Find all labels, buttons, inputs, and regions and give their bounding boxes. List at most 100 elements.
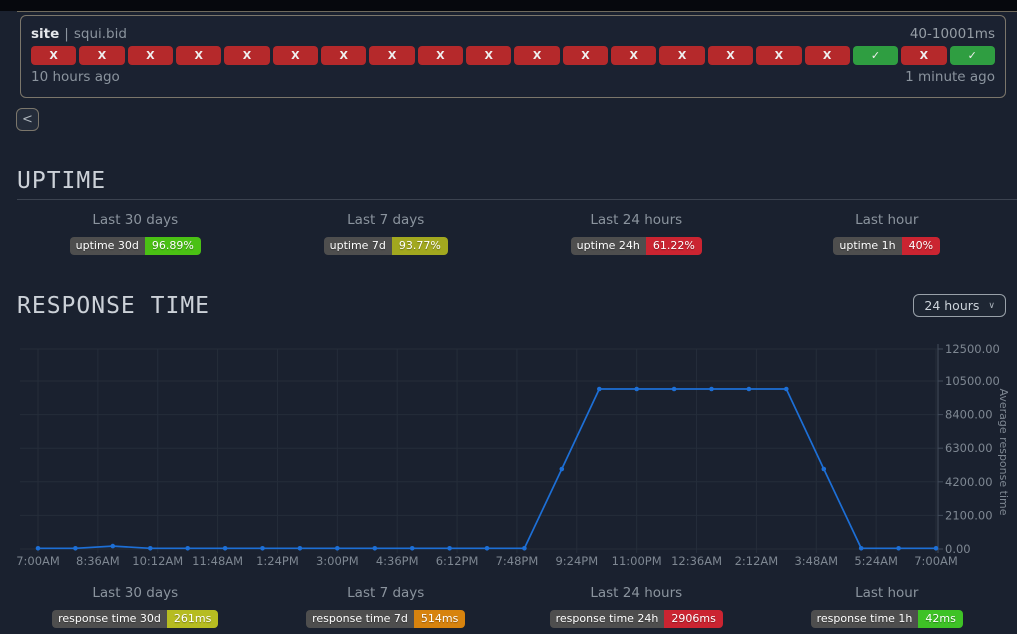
badge-label: uptime 7d (324, 237, 392, 255)
badge-value: 96.89% (145, 237, 201, 255)
stat-column: Last houruptime 1h40% (762, 212, 1013, 255)
monitor-url: squi.bid (74, 26, 127, 42)
svg-text:11:48AM: 11:48AM (192, 554, 243, 568)
svg-text:1:24PM: 1:24PM (256, 554, 299, 568)
status-cell-down: X (176, 46, 221, 65)
stat-period-label: Last 24 hours (511, 585, 762, 601)
title-separator: | (64, 26, 69, 42)
monitor-card: site|squi.bid 40-10001ms XXXXXXXXXXXXXXX… (20, 15, 1006, 98)
svg-text:9:24PM: 9:24PM (555, 554, 598, 568)
badge-value: 42ms (918, 610, 962, 628)
status-cell-down: X (418, 46, 463, 65)
status-cell-down: X (273, 46, 318, 65)
status-cell-down: X (79, 46, 124, 65)
stat-badge: response time 7d514ms (306, 610, 465, 628)
uptime-divider (17, 199, 1017, 200)
svg-text:7:00AM: 7:00AM (914, 554, 958, 568)
stat-column: Last 30 days uptime 30d96.89% (10, 212, 261, 255)
svg-text:6:12PM: 6:12PM (436, 554, 479, 568)
status-cell-down: X (708, 46, 753, 65)
badge-value: 2906ms (664, 610, 722, 628)
monitor-card-header: site | squi.bid 40-10001ms (31, 23, 995, 44)
stat-column: Last 7 days response time 7d514ms (261, 585, 512, 628)
stat-badge: response time 30d261ms (52, 610, 218, 628)
monitor-name: site (31, 26, 59, 42)
status-cell-down: X (563, 46, 608, 65)
status-cell-down: X (611, 46, 656, 65)
stat-badge: response time 24h2906ms (550, 610, 723, 628)
stat-period-label: Last 7 days (261, 212, 512, 228)
svg-text:8400.00: 8400.00 (945, 408, 993, 422)
status-cell-up: ✓ (853, 46, 898, 65)
status-cell-down: X (805, 46, 850, 65)
stat-column: Last 24 hours response time 24h2906ms (511, 585, 762, 628)
status-cell-down: X (369, 46, 414, 65)
badge-label: response time 7d (306, 610, 414, 628)
svg-text:7:00AM: 7:00AM (16, 554, 60, 568)
svg-text:10:12AM: 10:12AM (132, 554, 183, 568)
uptime-stats-row: Last 30 days uptime 30d96.89% Last 7 days u… (10, 212, 1012, 255)
stat-column: Last 24 hoursuptime 24h61.22% (511, 212, 762, 255)
badge-value: 514ms (414, 610, 465, 628)
period-select-value: 24 hours (924, 298, 979, 313)
response-time-heading: RESPONSE TIME (17, 293, 210, 319)
status-cell-down: X (659, 46, 704, 65)
badge-value: 40% (902, 237, 940, 255)
badge-value: 61.22% (646, 237, 702, 255)
stat-badge: response time 1h42ms (811, 610, 963, 628)
svg-text:4200.00: 4200.00 (945, 475, 993, 489)
svg-text:3:48AM: 3:48AM (794, 554, 838, 568)
stat-column: Last 30 days response time 30d261ms (10, 585, 261, 628)
status-history-row: XXXXXXXXXXXXXXXXX✓X✓ (31, 46, 995, 65)
badge-label: uptime 1h (833, 237, 901, 255)
stat-period-label: Last hour (762, 585, 1013, 601)
stat-period-label: Last 30 days (10, 585, 261, 601)
badge-label: response time 1h (811, 610, 919, 628)
stat-badge: uptime 7d93.77% (324, 237, 448, 255)
status-cell-down: X (31, 46, 76, 65)
chevron-down-icon: ∨ (988, 301, 995, 311)
svg-text:7:48PM: 7:48PM (496, 554, 539, 568)
status-page: site|squi.bid 40-10001ms XXXXXXXXXXXXXXX… (0, 0, 1017, 634)
badge-label: uptime 24h (571, 237, 646, 255)
top-strip (0, 0, 1017, 11)
status-cell-down: X (901, 46, 946, 65)
badge-value: 261ms (167, 610, 218, 628)
status-cell-down: X (321, 46, 366, 65)
stat-badge: uptime 24h61.22% (571, 237, 702, 255)
badge-label: response time 30d (52, 610, 167, 628)
response-time-chart: 7:00AM 8:36AM 10:12AM 11:48AM 1:24PM 3:00PM 4:… (0, 340, 1017, 575)
svg-text:3:00PM: 3:00PM (316, 554, 359, 568)
y-axis-title: Average response time (997, 389, 1010, 516)
status-cell-down: X (224, 46, 269, 65)
stat-period-label: Last 30 days (10, 212, 261, 228)
response-range-label: 40-10001ms (910, 26, 995, 42)
svg-text:12500.00: 12500.00 (945, 342, 1000, 356)
status-cell-down: X (756, 46, 801, 65)
status-cell-down: X (514, 46, 559, 65)
stat-badge: uptime 30d96.89% (70, 237, 201, 255)
stat-column: Last hour response time 1h42ms (762, 585, 1013, 628)
stat-badge: uptime 1h40% (833, 237, 940, 255)
history-end-label: 1 minute ago (905, 69, 995, 85)
svg-text:4:36PM: 4:36PM (376, 554, 419, 568)
status-cell-down: X (128, 46, 173, 65)
svg-text:8:36AM: 8:36AM (76, 554, 120, 568)
back-button[interactable]: < (16, 108, 39, 131)
monitor-title: site | squi.bid (31, 26, 127, 42)
stat-period-label: Last 7 days (261, 585, 512, 601)
svg-text:2:12AM: 2:12AM (735, 554, 779, 568)
svg-text:10500.00: 10500.00 (945, 374, 1000, 388)
monitor-card-footer: 10 hours ago 1 minute ago (31, 69, 995, 85)
svg-text:6300.00: 6300.00 (945, 441, 993, 455)
badge-label: uptime 30d (70, 237, 145, 255)
badge-value: 93.77% (392, 237, 448, 255)
period-select[interactable]: 24 hours ∨ (913, 294, 1006, 317)
svg-text:5:24AM: 5:24AM (854, 554, 898, 568)
stat-column: Last 7 days uptime 7d93.77% (261, 212, 512, 255)
status-cell-up: ✓ (950, 46, 995, 65)
top-divider (17, 11, 1017, 12)
history-start-label: 10 hours ago (31, 69, 120, 85)
response-stats-row: Last 30 days response time 30d261ms Last 7… (10, 585, 1012, 628)
uptime-heading: UPTIME (17, 168, 106, 194)
